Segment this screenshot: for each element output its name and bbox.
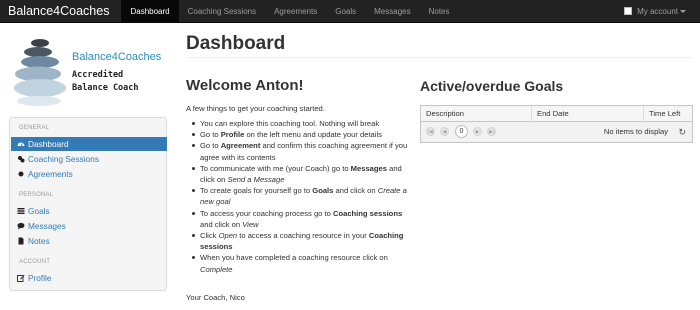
grid-pager: |◀ ◀ 0 ▶ ▶| No items to display ↻ bbox=[421, 122, 692, 142]
sidebar-item-label: Coaching Sessions bbox=[28, 154, 100, 164]
sidebar-item-label: Messages bbox=[28, 221, 66, 231]
list-item: You can explore this coaching tool. Noth… bbox=[190, 118, 412, 129]
sidebar-heading-account: ACCOUNT bbox=[19, 259, 51, 265]
account-avatar-icon bbox=[624, 7, 633, 15]
list-item: To communicate with me (your Coach) go t… bbox=[190, 163, 412, 185]
goals-icon bbox=[17, 207, 25, 215]
current-page[interactable]: 0 bbox=[455, 125, 468, 138]
list-item: Go to Profile on the left menu and updat… bbox=[190, 129, 412, 140]
goals-grid: Description End Date Time Left |◀ ◀ 0 ▶ … bbox=[420, 105, 693, 143]
sidebar-item-label: Agreements bbox=[28, 169, 73, 179]
agreement-icon bbox=[17, 170, 25, 178]
grid-header: Description End Date Time Left bbox=[421, 106, 692, 122]
nav-notes[interactable]: Notes bbox=[420, 0, 459, 23]
instructions-list: You can explore this coaching tool. Noth… bbox=[190, 118, 412, 275]
list-item: When you have completed a coaching resou… bbox=[190, 252, 412, 274]
navbar-brand[interactable]: Balance4Coaches bbox=[0, 4, 121, 18]
sidebar-item-label: Dashboard bbox=[28, 139, 69, 149]
sidebar-item-dashboard[interactable]: Dashboard bbox=[11, 137, 167, 151]
account-menu[interactable]: My account bbox=[624, 0, 700, 23]
sidebar-item-label: Goals bbox=[28, 206, 50, 216]
sidebar-item-profile[interactable]: Profile bbox=[11, 271, 167, 285]
sessions-icon bbox=[17, 155, 25, 163]
list-item: To create goals for yourself go to Goals… bbox=[190, 185, 412, 207]
sidebar-heading-personal: PERSONAL bbox=[19, 192, 54, 198]
column-header-time-left[interactable]: Time Left bbox=[643, 106, 692, 122]
notes-icon bbox=[17, 237, 25, 245]
nav-coaching-sessions[interactable]: Coaching Sessions bbox=[179, 0, 265, 23]
refresh-icon[interactable]: ↻ bbox=[678, 122, 686, 142]
sidebar-item-agreements[interactable]: Agreements bbox=[11, 167, 167, 181]
messages-icon bbox=[17, 222, 25, 230]
nav-agreements[interactable]: Agreements bbox=[265, 0, 326, 23]
nav-messages[interactable]: Messages bbox=[365, 0, 419, 23]
sidebar-menu: GENERAL Dashboard Coaching Sessions Agre… bbox=[9, 117, 167, 291]
balance-stones-icon bbox=[14, 39, 66, 106]
last-page-icon[interactable]: ▶| bbox=[487, 127, 496, 136]
brand-logo: Balance4Coaches Accredited Balance Coach bbox=[10, 30, 170, 110]
logo-name: Balance4Coaches bbox=[72, 51, 162, 63]
coach-signoff: Your Coach, Nico bbox=[186, 293, 245, 302]
column-header-end-date[interactable]: End Date bbox=[531, 106, 643, 122]
pager-info: No items to display bbox=[603, 127, 668, 136]
top-navbar: Balance4Coaches Dashboard Coaching Sessi… bbox=[0, 0, 700, 23]
next-page-icon[interactable]: ▶ bbox=[473, 127, 482, 136]
nav-dashboard[interactable]: Dashboard bbox=[121, 0, 179, 23]
dashboard-icon bbox=[17, 140, 25, 148]
page-title: Dashboard bbox=[186, 33, 286, 54]
nav-goals[interactable]: Goals bbox=[326, 0, 365, 23]
column-header-description[interactable]: Description bbox=[421, 106, 531, 122]
first-page-icon[interactable]: |◀ bbox=[426, 127, 435, 136]
edit-icon bbox=[17, 274, 25, 282]
sidebar-item-messages[interactable]: Messages bbox=[11, 219, 167, 233]
list-item: To access your coaching process go to Co… bbox=[190, 208, 412, 230]
sidebar-heading-general: GENERAL bbox=[19, 125, 50, 131]
intro-text: A few things to get your coaching starte… bbox=[186, 104, 325, 113]
sidebar-item-coaching-sessions[interactable]: Coaching Sessions bbox=[11, 152, 167, 166]
sidebar-item-goals[interactable]: Goals bbox=[11, 204, 167, 218]
title-divider bbox=[186, 57, 692, 58]
account-label: My account bbox=[637, 6, 678, 16]
list-item: Go to Agreement and confirm this coachin… bbox=[190, 140, 412, 162]
prev-page-icon[interactable]: ◀ bbox=[440, 127, 449, 136]
caret-down-icon bbox=[680, 9, 686, 13]
sidebar-item-label: Notes bbox=[28, 236, 50, 246]
list-item: Click Open to access a coaching resource… bbox=[190, 230, 412, 252]
goals-heading: Active/overdue Goals bbox=[420, 78, 564, 94]
welcome-heading: Welcome Anton! bbox=[186, 77, 304, 94]
logo-tagline: Accredited Balance Coach bbox=[72, 70, 139, 93]
sidebar-item-label: Profile bbox=[28, 273, 52, 283]
sidebar-item-notes[interactable]: Notes bbox=[11, 234, 167, 248]
